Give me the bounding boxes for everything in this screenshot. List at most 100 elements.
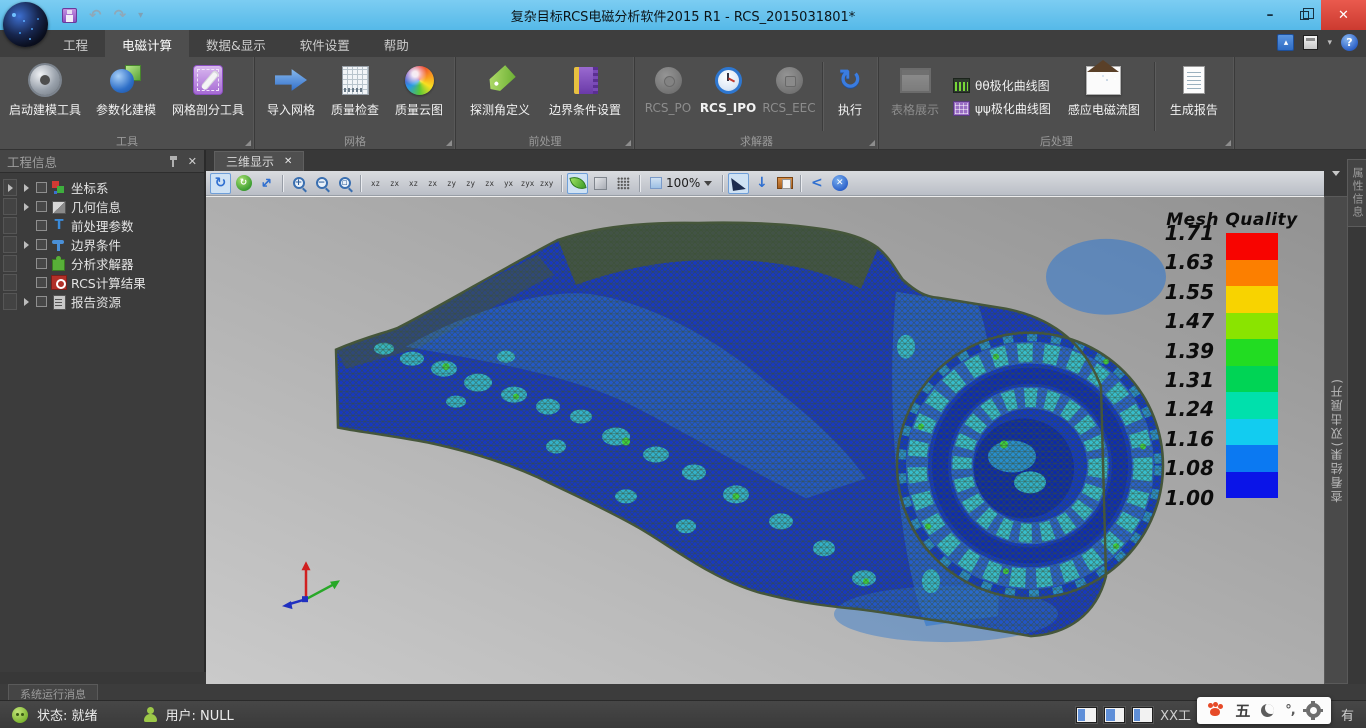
tree-item-geometry-info[interactable]: 几何信息 [0, 197, 204, 216]
rcs-po-button[interactable]: RCS_PO [639, 60, 697, 133]
mesh-model[interactable] [206, 197, 1324, 684]
tree-gutter-cell[interactable] [3, 274, 17, 291]
render-canvas[interactable]: Mesh Quality 1.711.631.551.471.391.311.2… [206, 196, 1324, 684]
ime-moon-icon[interactable] [1261, 704, 1274, 717]
psi-polarization-curve-button[interactable]: ψψ极化曲线图 [953, 100, 1051, 116]
system-message-tab[interactable]: 系统运行消息 [8, 684, 98, 700]
expander-icon[interactable] [24, 184, 29, 192]
share-button[interactable]: < [806, 173, 827, 194]
window-style-icon[interactable] [1303, 35, 1318, 50]
layout-left-panel-icon[interactable] [1076, 707, 1097, 723]
view-preset-button[interactable]: yx [499, 173, 518, 193]
ime-mode-key[interactable]: 五 [1235, 700, 1250, 721]
layout-right-panel-icon[interactable] [1132, 707, 1153, 723]
zoom-out-button[interactable]: − [311, 173, 332, 194]
checkbox[interactable] [36, 239, 47, 250]
launch-modeling-tools-button[interactable]: 启动建模工具 [4, 60, 86, 133]
expander-icon[interactable] [8, 184, 13, 192]
pan-zoom-button[interactable]: ↔ [256, 173, 277, 194]
view-preset-button[interactable]: zx [480, 173, 499, 193]
expander-icon[interactable] [24, 241, 29, 249]
view-results-collapsed-tab[interactable]: 查看结果(双击展开) [1324, 196, 1348, 684]
flat-shade-button[interactable] [590, 173, 611, 194]
tree-item-report-resource[interactable]: 报告资源 [0, 292, 204, 311]
wireframe-dots-button[interactable] [613, 173, 634, 194]
orbit-rotate-button[interactable]: ↻ [210, 173, 231, 194]
view-preset-button[interactable]: xz [404, 173, 423, 193]
tab-data-display[interactable]: 数据&显示 [189, 30, 283, 57]
tab-3d-display[interactable]: 三维显示 ✕ [214, 151, 304, 171]
checkbox[interactable] [36, 201, 47, 212]
expander-icon[interactable] [24, 203, 29, 211]
group-expand-icon[interactable] [1225, 140, 1231, 146]
tab-help[interactable]: 帮助 [367, 30, 426, 57]
close-button[interactable]: ✕ [1321, 0, 1366, 30]
view-preset-button[interactable]: zx [423, 173, 442, 193]
properties-collapsed-tab[interactable]: 属性信息 [1347, 159, 1366, 227]
app-logo-icon[interactable] [3, 2, 48, 47]
view-preset-button[interactable]: zy [442, 173, 461, 193]
clip-view-button[interactable] [728, 173, 749, 194]
ime-toolbar[interactable]: 五 °, [1197, 697, 1331, 724]
close-panel-icon[interactable]: ✕ [188, 155, 197, 168]
checkbox[interactable] [36, 277, 47, 288]
pin-icon[interactable] [169, 156, 178, 167]
tree-gutter-cell[interactable] [3, 217, 17, 234]
ime-logo-paw-icon[interactable] [1207, 703, 1224, 718]
execute-button[interactable]: ↻ 执行 [826, 60, 874, 133]
checkbox[interactable] [36, 258, 47, 269]
style-dropdown-icon[interactable]: ▾ [1327, 38, 1332, 48]
zoom-percent-select[interactable]: 100% [645, 176, 717, 190]
ime-punctuation-key[interactable]: °, [1285, 703, 1294, 718]
layout-split-panel-icon[interactable] [1104, 707, 1125, 723]
checkbox[interactable] [36, 220, 47, 231]
rcs-eec-button[interactable]: RCS_EEC [759, 60, 819, 133]
tab-software-settings[interactable]: 软件设置 [283, 30, 367, 57]
view-preset-button[interactable]: zyx [518, 173, 537, 193]
import-mesh-button[interactable]: 导入网格 [259, 60, 323, 133]
tree-gutter-cell[interactable] [3, 236, 17, 253]
chevron-down-icon[interactable] [704, 181, 712, 186]
table-display-button[interactable]: 表格展示 [883, 60, 947, 133]
tree-gutter-cell[interactable] [3, 179, 17, 196]
close-tab-icon[interactable]: ✕ [284, 156, 292, 167]
group-expand-icon[interactable] [625, 140, 631, 146]
tab-project[interactable]: 工程 [46, 30, 105, 57]
tree-item-boundary-condition[interactable]: 边界条件 [0, 235, 204, 254]
quality-cloud-map-button[interactable]: 质量云图 [387, 60, 451, 133]
tree-gutter-cell[interactable] [3, 293, 17, 310]
tree-item-rcs-result[interactable]: RCS计算结果 [0, 273, 204, 292]
tree-item-solver[interactable]: 分析求解器 [0, 254, 204, 273]
tree-item-preprocess-params[interactable]: T 前处理参数 [0, 216, 204, 235]
smooth-shade-button[interactable] [567, 173, 588, 194]
rcs-ipo-button[interactable]: RCS_IPO [697, 60, 759, 133]
group-expand-icon[interactable] [245, 140, 251, 146]
checkbox[interactable] [36, 296, 47, 307]
tree-gutter-cell[interactable] [3, 255, 17, 272]
tree-item-coordinate-system[interactable]: 坐标系 [0, 178, 204, 197]
snapshot-button[interactable] [774, 173, 795, 194]
boundary-condition-settings-button[interactable]: 边界条件设置 [540, 60, 630, 133]
collapse-ribbon-icon[interactable]: ▴ [1277, 34, 1294, 51]
group-expand-icon[interactable] [869, 140, 875, 146]
zoom-window-button[interactable]: ▫ [334, 173, 355, 194]
tree-gutter-cell[interactable] [3, 198, 17, 215]
mesh-partition-tools-button[interactable]: 网格剖分工具 [166, 60, 250, 133]
group-expand-icon[interactable] [446, 140, 452, 146]
expander-icon[interactable] [24, 298, 29, 306]
panel-dropdown-icon[interactable] [1332, 171, 1340, 176]
induced-current-map-button[interactable]: 感应电磁流图 [1057, 60, 1151, 133]
ime-settings-gear-icon[interactable] [1306, 703, 1321, 718]
help-icon[interactable]: ? [1341, 34, 1358, 51]
parametric-modeling-button[interactable]: 参数化建模 [86, 60, 166, 133]
view-preset-button[interactable]: zxy [537, 173, 556, 193]
minimize-button[interactable]: – [1253, 0, 1287, 30]
view-preset-button[interactable]: zx [385, 173, 404, 193]
import-view-button[interactable]: ↓ [751, 173, 772, 194]
zoom-in-button[interactable]: + [288, 173, 309, 194]
orbit-center-button[interactable]: ↻ [233, 173, 254, 194]
detection-angle-define-button[interactable]: 探测角定义 [460, 60, 540, 133]
view-preset-button[interactable]: xz [366, 173, 385, 193]
quality-check-button[interactable]: 质量检查 [323, 60, 387, 133]
checkbox[interactable] [36, 182, 47, 193]
